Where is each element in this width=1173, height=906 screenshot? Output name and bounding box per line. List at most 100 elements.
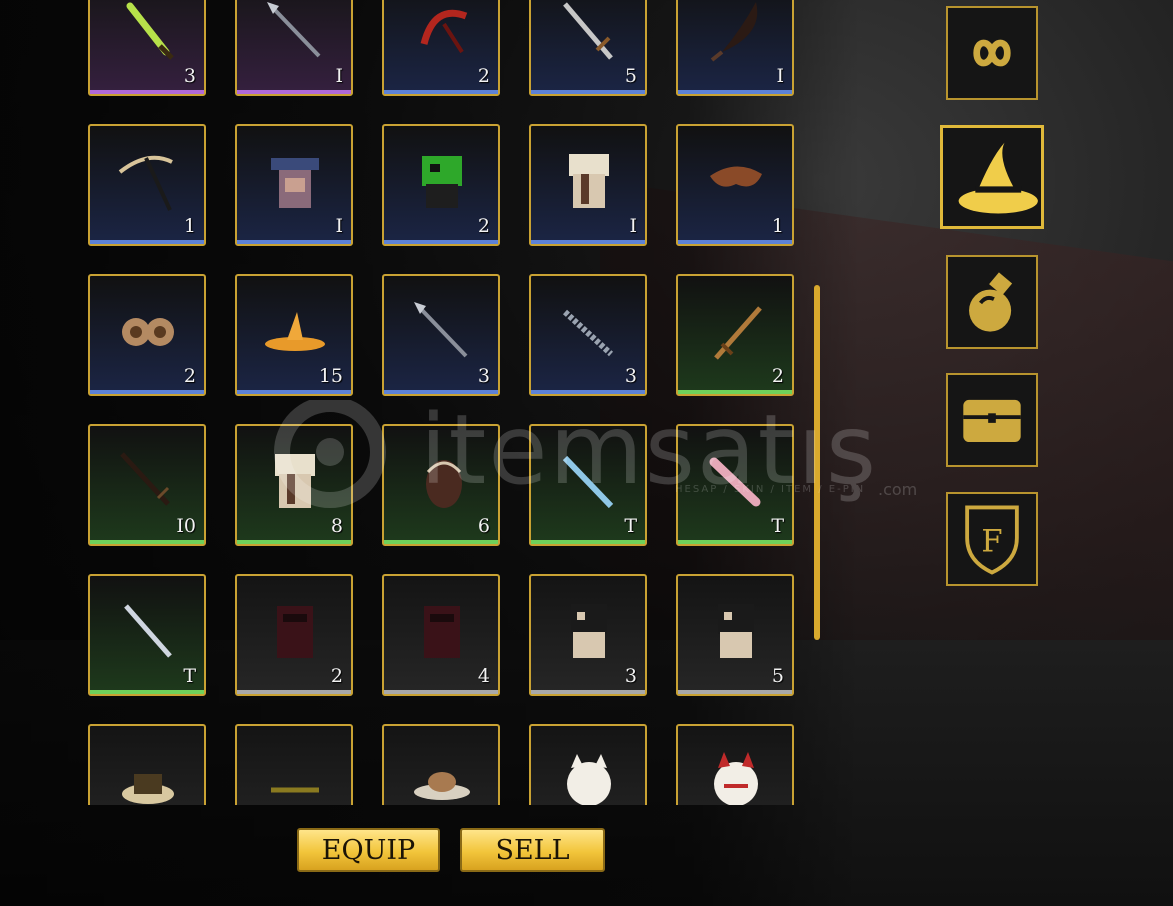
green-outfit-icon: [422, 156, 462, 208]
rarity-bar: [384, 240, 498, 244]
inventory-slot[interactable]: T: [676, 424, 794, 546]
rarity-bar: [90, 540, 204, 544]
inventory-slot[interactable]: 3: [382, 274, 500, 396]
category-tab-wizard-hat[interactable]: [940, 125, 1044, 229]
inventory-slot[interactable]: 3: [88, 0, 206, 96]
wizard-hat-icon: [958, 142, 1038, 214]
inventory-slot[interactable]: I: [235, 0, 353, 96]
item-quantity: 2: [183, 365, 196, 387]
inventory-slot[interactable]: 2: [676, 274, 794, 396]
inventory-slot[interactable]: 3: [529, 574, 647, 696]
inventory-slot[interactable]: 6: [382, 424, 500, 546]
sell-button[interactable]: SELL: [460, 828, 605, 872]
item-quantity: 5: [624, 65, 637, 87]
cap-icon: [122, 774, 174, 804]
green-dagger-icon: [126, 2, 174, 60]
item-quantity: 3: [477, 365, 490, 387]
inventory-slot[interactable]: I0: [88, 424, 206, 546]
inventory-slot[interactable]: 1: [676, 124, 794, 246]
earmuffs-icon: [122, 318, 174, 346]
item-quantity: 2: [330, 665, 343, 687]
chest-icon: [963, 399, 1021, 442]
inventory-slot[interactable]: [88, 724, 206, 805]
rarity-bar: [678, 240, 792, 244]
rarity-bar: [678, 540, 792, 544]
inventory-slot[interactable]: 4: [382, 574, 500, 696]
fox-mask-icon: [714, 752, 758, 805]
rarity-bar: [237, 240, 351, 244]
rarity-bar: [531, 540, 645, 544]
category-tab-potion[interactable]: [946, 255, 1038, 349]
item-quantity: T: [624, 515, 637, 537]
inventory-slot[interactable]: 8: [235, 424, 353, 546]
inventory-slot[interactable]: 2: [88, 274, 206, 396]
inventory-slot[interactable]: 3: [529, 274, 647, 396]
inventory-slot[interactable]: [382, 724, 500, 805]
silver-dagger-icon: [124, 604, 172, 658]
inventory-slot[interactable]: [676, 724, 794, 805]
item-quantity: T: [183, 665, 196, 687]
inventory-slot[interactable]: 2: [382, 0, 500, 96]
rarity-bar: [237, 390, 351, 394]
rarity-bar: [237, 90, 351, 94]
inventory-slot[interactable]: T: [529, 424, 647, 546]
item-quantity: 6: [477, 515, 490, 537]
pink-blade-icon: [709, 457, 761, 507]
pickaxe-icon: [118, 155, 173, 211]
item-quantity: I: [776, 65, 784, 87]
equip-button[interactable]: EQUIP: [297, 828, 440, 872]
rarity-bar: [90, 390, 204, 394]
white-outfit-icon: [275, 454, 315, 508]
inventory-slot[interactable]: 2: [382, 124, 500, 246]
dark-robe-icon: [424, 606, 460, 658]
item-quantity: 2: [771, 365, 784, 387]
rarity-bar: [237, 540, 351, 544]
inventory-slot[interactable]: I: [676, 0, 794, 96]
cat-mask-icon: [567, 754, 611, 805]
inventory-panel: 3 I 2 5 I 1 I 2 I 1 2 15 3 3 2 I0 8 6 T T T 2 4 3 5: [80, 0, 810, 805]
inventory-slot[interactable]: T: [88, 574, 206, 696]
inventory-slot[interactable]: 2: [235, 574, 353, 696]
rarity-bar: [90, 90, 204, 94]
rarity-bar: [531, 390, 645, 394]
inventory-slot[interactable]: [529, 724, 647, 805]
rarity-bar: [384, 540, 498, 544]
item-quantity: 3: [624, 365, 637, 387]
category-tab-chest[interactable]: [946, 373, 1038, 467]
item-quantity: I0: [176, 515, 196, 537]
item-quantity: 1: [183, 215, 196, 237]
rarity-bar: [384, 90, 498, 94]
backpack-icon: [426, 460, 462, 508]
rarity-bar: [678, 90, 792, 94]
robe-outfit-icon: [271, 158, 319, 208]
category-tab-shield-f[interactable]: F: [946, 492, 1038, 586]
inventory-scrollbar[interactable]: [814, 285, 820, 640]
black-outfit-icon: [571, 604, 607, 658]
stick-icon: [271, 787, 319, 793]
inventory-slot[interactable]: 1: [88, 124, 206, 246]
inventory-slot[interactable]: I: [235, 124, 353, 246]
ice-sword-icon: [562, 455, 614, 509]
rarity-bar: [237, 690, 351, 694]
inventory-slot[interactable]: 5: [529, 0, 647, 96]
item-quantity: 15: [318, 365, 343, 387]
inventory-slot[interactable]: [235, 724, 353, 805]
red-scythe-icon: [420, 9, 468, 54]
rarity-bar: [384, 690, 498, 694]
shield-f-icon: F: [965, 505, 1019, 575]
straw-hat-icon: [265, 312, 325, 351]
item-quantity: 1: [771, 215, 784, 237]
inventory-slot[interactable]: 5: [676, 574, 794, 696]
inventory-slot[interactable]: I: [529, 124, 647, 246]
category-tab-infinity[interactable]: [946, 6, 1038, 100]
item-quantity: I: [629, 215, 637, 237]
rarity-bar: [531, 240, 645, 244]
white-outfit-icon: [569, 154, 609, 208]
item-quantity: 2: [477, 215, 490, 237]
inventory-slot[interactable]: 15: [235, 274, 353, 396]
curved-blade-icon: [710, 2, 758, 62]
item-quantity: T: [771, 515, 784, 537]
rarity-bar: [90, 240, 204, 244]
item-quantity: I: [335, 65, 343, 87]
rarity-bar: [384, 390, 498, 394]
